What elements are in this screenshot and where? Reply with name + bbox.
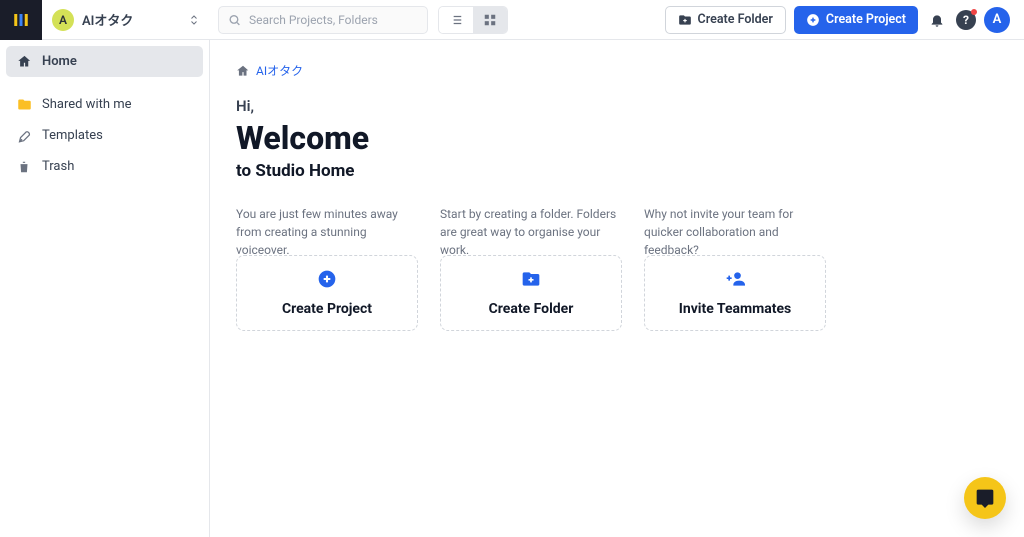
- folder-plus-icon: [678, 13, 692, 27]
- home-icon: [236, 64, 250, 78]
- sidebar-item-templates[interactable]: Templates: [6, 120, 203, 151]
- topbar: A AIオタク Create Folder Create Project ?: [0, 0, 1024, 40]
- trash-icon: [16, 160, 32, 174]
- create-folder-button[interactable]: Create Folder: [665, 6, 786, 34]
- card-invite-teammates[interactable]: Invite Teammates: [644, 255, 826, 331]
- person-add-icon: [725, 269, 745, 293]
- view-list-button[interactable]: [439, 7, 473, 33]
- help-label: ?: [963, 13, 969, 27]
- card-col-invite: Why not invite your team for quicker col…: [644, 205, 826, 331]
- view-grid-button[interactable]: [473, 7, 507, 33]
- workspace-switcher[interactable]: A AIオタク: [42, 9, 210, 31]
- chat-fab[interactable]: [964, 477, 1006, 519]
- view-toggle: [438, 6, 508, 34]
- bell-icon: [929, 12, 945, 28]
- hero-subtitle: to Studio Home: [236, 161, 998, 181]
- search-icon: [228, 13, 241, 26]
- sidebar-item-home[interactable]: Home: [6, 46, 203, 77]
- create-project-button[interactable]: Create Project: [794, 6, 918, 34]
- card-desc-folder: Start by creating a folder. Folders are …: [440, 205, 622, 243]
- create-project-label: Create Project: [826, 12, 906, 27]
- plus-circle-icon: [806, 13, 820, 27]
- breadcrumb: AIオタク: [236, 62, 998, 79]
- chat-icon: [975, 488, 995, 508]
- search-input[interactable]: [218, 6, 428, 34]
- workspace-name: AIオタク: [82, 10, 180, 29]
- card-create-folder[interactable]: Create Folder: [440, 255, 622, 331]
- search-wrap: [218, 6, 428, 34]
- create-folder-label: Create Folder: [698, 12, 773, 27]
- workspace-avatar: A: [52, 9, 74, 31]
- card-label-project: Create Project: [282, 301, 372, 317]
- card-desc-project: You are just few minutes away from creat…: [236, 205, 418, 243]
- main: AIオタク Hi, Welcome to Studio Home You are…: [210, 40, 1024, 537]
- card-label-folder: Create Folder: [489, 301, 574, 317]
- breadcrumb-root[interactable]: AIオタク: [256, 62, 303, 79]
- sidebar: Home Shared with me Templates Trash: [0, 40, 210, 537]
- hero-welcome: Welcome: [236, 119, 998, 157]
- sidebar-shared-label: Shared with me: [42, 97, 132, 112]
- card-col-project: You are just few minutes away from creat…: [236, 205, 418, 331]
- user-avatar[interactable]: A: [984, 7, 1010, 33]
- list-icon: [449, 13, 463, 27]
- card-create-project[interactable]: Create Project: [236, 255, 418, 331]
- sidebar-trash-label: Trash: [42, 159, 74, 174]
- sidebar-templates-label: Templates: [42, 128, 103, 143]
- topbar-right: Create Folder Create Project ? A: [665, 6, 1024, 34]
- app-logo[interactable]: [0, 0, 42, 40]
- sidebar-home-label: Home: [42, 54, 77, 69]
- notification-dot: [971, 9, 977, 15]
- templates-icon: [16, 128, 32, 143]
- card-col-folder: Start by creating a folder. Folders are …: [440, 205, 622, 331]
- body: Home Shared with me Templates Trash AIオタ…: [0, 40, 1024, 537]
- plus-circle-icon: [317, 269, 337, 293]
- card-desc-invite: Why not invite your team for quicker col…: [644, 205, 826, 243]
- sidebar-item-trash[interactable]: Trash: [6, 151, 203, 182]
- hero-hi: Hi,: [236, 97, 998, 115]
- cards: You are just few minutes away from creat…: [236, 205, 998, 331]
- notifications-button[interactable]: [926, 9, 948, 31]
- card-label-invite: Invite Teammates: [679, 301, 791, 317]
- sidebar-item-shared[interactable]: Shared with me: [6, 89, 203, 120]
- home-icon: [16, 54, 32, 69]
- folder-plus-icon: [521, 269, 541, 293]
- chevron-updown-icon: [188, 14, 200, 26]
- help-button[interactable]: ?: [956, 10, 976, 30]
- shared-folder-icon: [16, 97, 32, 112]
- grid-icon: [483, 13, 497, 27]
